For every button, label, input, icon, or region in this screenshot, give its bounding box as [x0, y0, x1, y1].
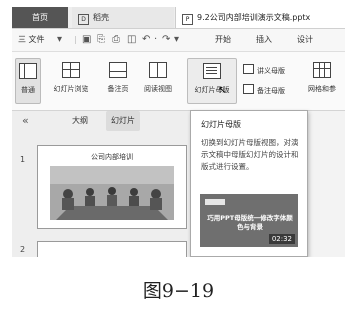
- tab-home[interactable]: 首页: [12, 7, 68, 28]
- slide-thumbnail-1[interactable]: 公司内部培训: [37, 145, 187, 229]
- video-logo-icon: [205, 199, 225, 205]
- normal-view-button[interactable]: 普通: [15, 58, 41, 104]
- reading-view-label: 阅读视图: [144, 85, 172, 93]
- collapse-panel-icon[interactable]: «: [22, 111, 29, 131]
- meeting-photo: [50, 166, 174, 220]
- menu-file[interactable]: 三 文件: [18, 29, 45, 51]
- tab-slides[interactable]: 幻灯片: [106, 111, 140, 131]
- normal-view-label: 普通: [21, 86, 35, 94]
- slide-browse-label: 幻灯片浏览: [53, 85, 89, 93]
- undo-icon[interactable]: ↶: [142, 29, 150, 51]
- file-menu-chevron-icon[interactable]: ▾: [57, 29, 62, 51]
- slide-browse-button[interactable]: 幻灯片浏览: [51, 62, 91, 102]
- mouse-cursor-icon: ↖: [218, 85, 227, 96]
- slide-master-icon: [203, 63, 221, 79]
- tab-document-label: 9.2公司内部培训演示文稿.pptx: [197, 13, 311, 22]
- slide-master-label: 幻灯片母版: [194, 86, 230, 94]
- undo-dropdown-icon[interactable]: ·: [154, 29, 157, 51]
- view-ribbon: 普通 幻灯片浏览 备注页 阅读视图 幻灯片母版 ↖ 讲义母版 备注母版 网格和参: [12, 52, 345, 111]
- grid-icon: [313, 62, 331, 78]
- tooltip-description: 切换到幻灯片母版视图，对演示文稿中母版幻灯片的设计和版式进行设置。: [201, 138, 299, 171]
- handout-master-button[interactable]: 讲义母版: [243, 64, 285, 78]
- grid-guides-button[interactable]: 网格和参: [302, 62, 342, 102]
- normal-view-icon: [19, 63, 37, 79]
- notes-page-icon: [109, 62, 127, 78]
- save-icon[interactable]: ▣: [82, 29, 91, 51]
- redo-icon[interactable]: ↷: [162, 29, 170, 51]
- menu-bar: 三 文件 ▾ | ▣ ⎘ ⎙ ◫ ↶ · ↷ ▾ 开始 插入 设计: [12, 29, 345, 52]
- open-folder-icon[interactable]: ⎘: [97, 29, 105, 51]
- tab-docer[interactable]: D 稻壳: [72, 7, 174, 28]
- print-icon[interactable]: ⎙: [112, 29, 120, 51]
- slide-master-tooltip: 幻灯片母版 切换到幻灯片母版视图，对演示文稿中母版幻灯片的设计和版式进行设置。 …: [190, 110, 308, 257]
- slide-number: 2: [20, 245, 26, 254]
- slide-number: 1: [20, 155, 26, 164]
- tab-home-label: 首页: [32, 13, 48, 22]
- tab-docer-label: 稻壳: [93, 13, 109, 22]
- reading-view-button[interactable]: 阅读视图: [140, 62, 176, 102]
- grid-guides-label: 网格和参: [308, 85, 336, 93]
- slide-title: 公司内部培训: [91, 153, 133, 161]
- menu-design[interactable]: 设计: [297, 29, 313, 51]
- notes-page-button[interactable]: 备注页: [104, 62, 132, 102]
- video-title: 巧用PPT母版统一修改字体颜色与背景: [207, 214, 293, 231]
- book-icon: [149, 62, 167, 78]
- print-preview-icon[interactable]: ◫: [127, 29, 136, 51]
- notes-master-label: 备注母版: [257, 87, 285, 95]
- tutorial-video-thumbnail[interactable]: 巧用PPT母版统一修改字体颜色与背景 02:32: [200, 194, 298, 247]
- customize-quick-access-icon[interactable]: ▾: [174, 29, 179, 51]
- docer-icon: D: [78, 14, 89, 25]
- tab-bar: 首页 D 稻壳 P 9.2公司内部培训演示文稿.pptx: [12, 7, 345, 29]
- handout-master-label: 讲义母版: [257, 67, 285, 75]
- slides-panel: « 大纲 幻灯片 1 公司内部培训 2: [12, 111, 195, 257]
- separator: |: [74, 35, 77, 44]
- notes-master-icon: [243, 84, 254, 94]
- tab-outline[interactable]: 大纲: [72, 111, 88, 131]
- tooltip-title: 幻灯片母版: [201, 120, 241, 129]
- handout-master-icon: [243, 64, 254, 74]
- panel-tabs: « 大纲 幻灯片: [12, 111, 195, 131]
- figure-caption: 图9−19: [142, 280, 215, 302]
- menu-start[interactable]: 开始: [215, 29, 231, 51]
- app-window: 首页 D 稻壳 P 9.2公司内部培训演示文稿.pptx 三 文件 ▾ | ▣ ⎘ …: [12, 7, 345, 257]
- slide-master-button[interactable]: 幻灯片母版 ↖: [187, 58, 237, 104]
- meeting-photo-illustration: [50, 166, 174, 220]
- pptx-file-icon: P: [182, 14, 193, 25]
- notes-master-button[interactable]: 备注母版: [243, 84, 285, 98]
- notes-page-label: 备注页: [107, 85, 129, 93]
- slide-sorter-icon: [62, 62, 80, 78]
- video-duration: 02:32: [268, 234, 295, 244]
- menu-insert[interactable]: 插入: [256, 29, 272, 51]
- tab-document[interactable]: P 9.2公司内部培训演示文稿.pptx: [175, 7, 345, 28]
- slide-thumbnail-2[interactable]: [37, 241, 187, 257]
